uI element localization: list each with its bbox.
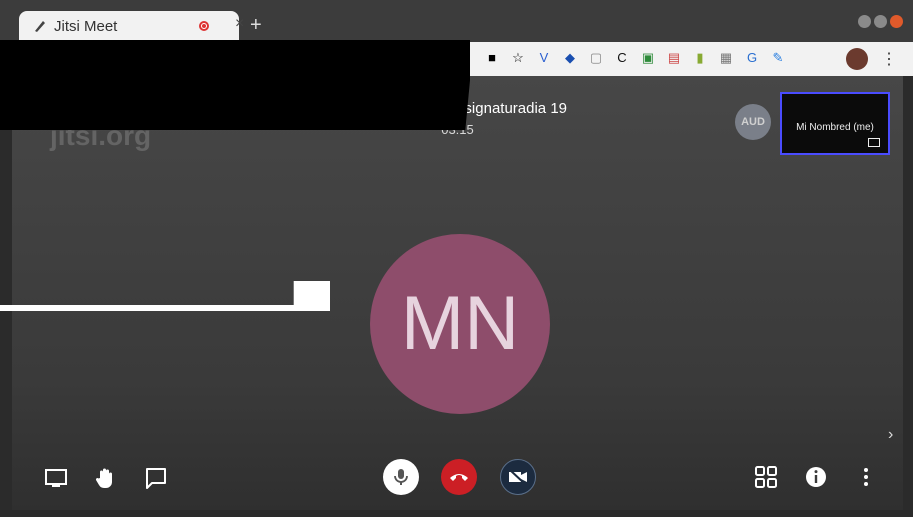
tab-strip: Jitsi Meet × +: [0, 0, 913, 42]
tab-title: Jitsi Meet: [54, 18, 118, 35]
browser-window: Jitsi Meet × + ■ ☆ V ◆ ▢ C ▣ ▤ ▮ ▦ G ✎ ⋮: [0, 0, 913, 517]
expand-filmstrip-button[interactable]: ›: [888, 426, 893, 444]
toolbar-icons: ■ ☆ V ◆ ▢ C ▣ ▤ ▮ ▦ G ✎: [484, 50, 786, 66]
extension-bars-icon[interactable]: ▮: [692, 50, 708, 66]
tab-jitsi-meet[interactable]: Jitsi Meet ×: [19, 11, 244, 42]
redaction-block-url: [0, 40, 470, 130]
camera-off-icon: [868, 138, 880, 147]
extension-v-icon[interactable]: V: [536, 50, 552, 66]
extension-shield-icon[interactable]: ◆: [562, 50, 578, 66]
local-video-thumbnail[interactable]: Mi Nombred (me): [780, 92, 890, 155]
extension-grey-icon[interactable]: ▦: [718, 50, 734, 66]
meeting-toolbar: [12, 446, 903, 510]
meeting-stage: jitsi.org Clase Teoria Mi Asignaturadia …: [12, 76, 903, 510]
extension-green-icon[interactable]: ▣: [640, 50, 656, 66]
hangup-button[interactable]: [441, 459, 477, 495]
minimize-button[interactable]: [858, 15, 871, 28]
participant-avatar: MN: [370, 234, 550, 414]
tab-close-button[interactable]: ×: [235, 15, 244, 33]
extension-badge-icon[interactable]: ▤: [666, 50, 682, 66]
screen-share-icon[interactable]: [42, 464, 70, 492]
audio-only-badge: AUD: [735, 104, 771, 140]
browser-menu-button[interactable]: ⋮: [881, 49, 897, 69]
bookmark-star-icon[interactable]: ☆: [510, 50, 526, 66]
raise-hand-icon[interactable]: [92, 464, 120, 492]
new-tab-button[interactable]: +: [250, 14, 262, 37]
extension-c-icon[interactable]: C: [614, 50, 630, 66]
hangup-phone-icon: [450, 474, 468, 481]
camera-permission-icon[interactable]: ■: [484, 50, 500, 66]
jitsi-favicon-icon: [35, 21, 45, 32]
more-options-icon[interactable]: [852, 463, 880, 491]
microphone-icon: [394, 469, 408, 485]
extension-g-icon[interactable]: G: [744, 50, 760, 66]
video-off-icon: [509, 469, 527, 485]
chat-icon[interactable]: [142, 464, 170, 492]
extension-feather-icon[interactable]: ✎: [770, 50, 786, 66]
tile-view-icon[interactable]: [752, 463, 780, 491]
maximize-button[interactable]: [874, 15, 887, 28]
extension-doc-icon[interactable]: ▢: [588, 50, 604, 66]
close-window-button[interactable]: [890, 15, 903, 28]
info-icon[interactable]: [802, 463, 830, 491]
profile-avatar[interactable]: [846, 48, 868, 70]
microphone-button[interactable]: [383, 459, 419, 495]
camera-toggle-button[interactable]: [500, 459, 536, 495]
self-display-name: Mi Nombred (me): [796, 122, 874, 133]
window-controls: [858, 15, 903, 28]
recording-indicator-icon: [199, 21, 209, 31]
